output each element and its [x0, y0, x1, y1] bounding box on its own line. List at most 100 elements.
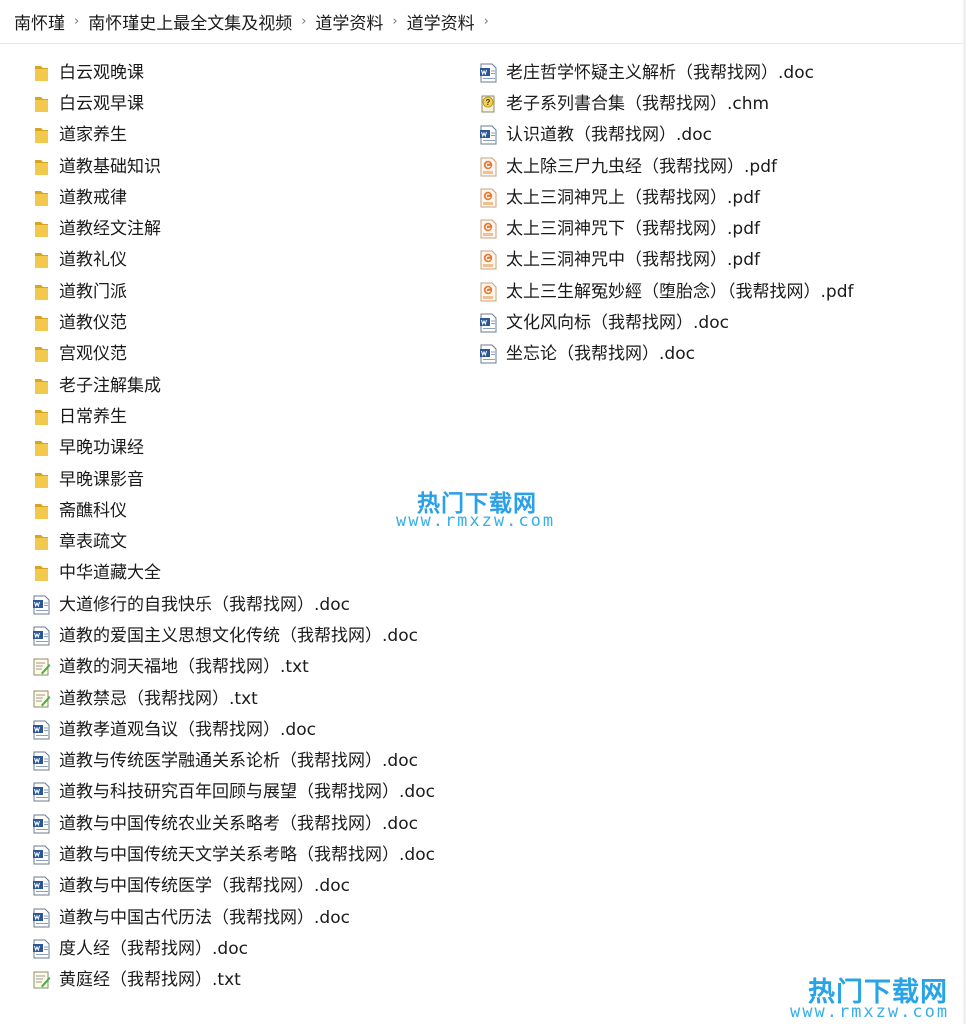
folder-item[interactable]: 道教门派: [32, 276, 435, 307]
breadcrumb: 南怀瑾 › 南怀瑾史上最全文集及视频 › 道学资料 › 道学资料 ›: [0, 0, 966, 44]
folder-icon: [32, 532, 51, 552]
item-label: 章表疏文: [59, 532, 127, 553]
word-document-icon: [32, 782, 51, 802]
breadcrumb-item[interactable]: 南怀瑾: [8, 9, 71, 34]
file-item[interactable]: 太上三洞神咒中（我帮找网）.pdf: [479, 245, 853, 276]
file-list-column-left: 白云观晚课白云观早课道家养生道教基础知识 道教戒律道教经文注解 道教礼仪道教门派道教…: [32, 57, 435, 996]
chevron-right-icon[interactable]: ›: [481, 14, 492, 29]
file-item[interactable]: 道教与中国传统农业关系略考（我帮找网）.doc: [32, 808, 435, 839]
breadcrumb-item[interactable]: 南怀瑾史上最全文集及视频: [82, 9, 298, 34]
folder-icon: [32, 282, 51, 302]
folder-item[interactable]: 白云观晚课: [32, 57, 435, 88]
word-document-icon: [32, 751, 51, 771]
item-label: 中华道藏大全: [59, 563, 161, 584]
text-file-icon: [32, 689, 51, 709]
chevron-right-icon[interactable]: ›: [389, 14, 400, 29]
item-label: 宫观仪范: [59, 344, 127, 365]
word-document-icon: [32, 845, 51, 865]
file-item[interactable]: 文化风向标（我帮找网）.doc: [479, 307, 853, 338]
file-item[interactable]: 道教与科技研究百年回顾与展望（我帮找网）.doc: [32, 777, 435, 808]
file-item[interactable]: 黄庭经（我帮找网）.txt: [32, 965, 435, 996]
file-item[interactable]: 道教的洞天福地（我帮找网）.txt: [32, 652, 435, 683]
file-item[interactable]: 太上三洞神咒下（我帮找网）.pdf: [479, 213, 853, 244]
item-label: 早晚课影音: [59, 469, 144, 490]
file-item[interactable]: 道教禁忌（我帮找网）.txt: [32, 683, 435, 714]
help-file-icon: ?: [479, 94, 498, 114]
item-label: 道教仪范: [59, 313, 127, 334]
text-file-icon: [32, 657, 51, 677]
file-item[interactable]: 道教孝道观刍议（我帮找网）.doc: [32, 714, 435, 745]
text-file-icon: [32, 970, 51, 990]
item-label: 道教禁忌（我帮找网）.txt: [59, 688, 258, 709]
file-item[interactable]: 道教与中国古代历法（我帮找网）.doc: [32, 902, 435, 933]
folder-item[interactable]: 早晚功课经: [32, 433, 435, 464]
breadcrumb-item[interactable]: 道学资料: [309, 9, 389, 34]
folder-item[interactable]: 老子注解集成: [32, 370, 435, 401]
file-item[interactable]: 大道修行的自我快乐（我帮找网）.doc: [32, 589, 435, 620]
folder-item[interactable]: 道教戒律: [32, 182, 435, 213]
item-label: 早晚功课经: [59, 438, 144, 459]
folder-item[interactable]: 斋醮科仪: [32, 495, 435, 526]
item-label: 道教与中国传统医学（我帮找网）.doc: [59, 876, 350, 897]
watermark-url: www.rmxzw.com: [396, 511, 556, 531]
file-item[interactable]: 老庄哲学怀疑主义解析（我帮找网）.doc: [479, 57, 853, 88]
folder-icon: [32, 188, 51, 208]
item-label: 老庄哲学怀疑主义解析（我帮找网）.doc: [506, 62, 814, 83]
folder-item[interactable]: 中华道藏大全: [32, 558, 435, 589]
item-label: 度人经（我帮找网）.doc: [59, 938, 248, 959]
file-item[interactable]: 坐忘论（我帮找网）.doc: [479, 339, 853, 370]
item-label: 道教与科技研究百年回顾与展望（我帮找网）.doc: [59, 782, 435, 803]
chevron-right-icon[interactable]: ›: [71, 14, 82, 29]
item-label: 道教门派: [59, 281, 127, 302]
folder-icon: [32, 63, 51, 83]
word-document-icon: [479, 63, 498, 83]
folder-item[interactable]: 白云观早课: [32, 88, 435, 119]
folder-icon: [32, 250, 51, 270]
item-label: 白云观早课: [59, 93, 144, 114]
chevron-right-icon[interactable]: ›: [298, 14, 309, 29]
item-label: 道教礼仪: [59, 250, 127, 271]
item-label: 太上三洞神咒中（我帮找网）.pdf: [506, 250, 760, 271]
folder-item[interactable]: 章表疏文: [32, 526, 435, 557]
folder-item[interactable]: 早晚课影音: [32, 464, 435, 495]
folder-icon: [32, 94, 51, 114]
folder-item[interactable]: 道教基础知识: [32, 151, 435, 182]
file-item[interactable]: 太上除三尸九虫经（我帮找网）.pdf: [479, 151, 853, 182]
pdf-file-icon: [479, 250, 498, 270]
file-item[interactable]: 度人经（我帮找网）.doc: [32, 933, 435, 964]
item-label: 日常养生: [59, 406, 127, 427]
folder-item[interactable]: 道教经文注解: [32, 213, 435, 244]
item-label: 大道修行的自我快乐（我帮找网）.doc: [59, 594, 350, 615]
item-label: 太上三洞神咒下（我帮找网）.pdf: [506, 219, 760, 240]
item-label: 道教与中国传统农业关系略考（我帮找网）.doc: [59, 813, 418, 834]
folder-item[interactable]: 宫观仪范: [32, 339, 435, 370]
file-item[interactable]: 道教与中国传统天文学关系考略（我帮找网）.doc: [32, 839, 435, 870]
folder-icon: [32, 501, 51, 521]
file-item[interactable]: 道教与中国传统医学（我帮找网）.doc: [32, 871, 435, 902]
folder-item[interactable]: 道教礼仪: [32, 245, 435, 276]
folder-item[interactable]: 日常养生: [32, 401, 435, 432]
file-item[interactable]: 太上三洞神咒上（我帮找网）.pdf: [479, 182, 853, 213]
folder-item[interactable]: 道教仪范: [32, 307, 435, 338]
item-label: 认识道教（我帮找网）.doc: [506, 125, 712, 146]
svg-text:?: ?: [486, 98, 491, 107]
item-label: 道家养生: [59, 125, 127, 146]
file-item[interactable]: 太上三生解冤妙經（堕胎念）（我帮找网）.pdf: [479, 276, 853, 307]
item-label: 太上除三尸九虫经（我帮找网）.pdf: [506, 156, 777, 177]
file-item[interactable]: 认识道教（我帮找网）.doc: [479, 120, 853, 151]
item-label: 道教经文注解: [59, 219, 161, 240]
word-document-icon: [32, 595, 51, 615]
file-item[interactable]: 道教与传统医学融通关系论析（我帮找网）.doc: [32, 746, 435, 777]
item-label: 道教与传统医学融通关系论析（我帮找网）.doc: [59, 751, 418, 772]
file-item[interactable]: 道教的爱国主义思想文化传统（我帮找网）.doc: [32, 620, 435, 651]
pdf-file-icon: [479, 157, 498, 177]
file-item[interactable]: ? 老子系列書合集（我帮找网）.chm: [479, 88, 853, 119]
breadcrumb-item[interactable]: 道学资料: [401, 9, 481, 34]
word-document-icon: [32, 908, 51, 928]
folder-item[interactable]: 道家养生: [32, 120, 435, 151]
item-label: 道教的爱国主义思想文化传统（我帮找网）.doc: [59, 625, 418, 646]
folder-icon: [32, 125, 51, 145]
file-list: 白云观晚课白云观早课道家养生道教基础知识 道教戒律道教经文注解 道教礼仪道教门派道教…: [0, 44, 966, 1024]
watermark-corner-url: www.rmxzw.com: [790, 1002, 950, 1022]
word-document-icon: [479, 125, 498, 145]
